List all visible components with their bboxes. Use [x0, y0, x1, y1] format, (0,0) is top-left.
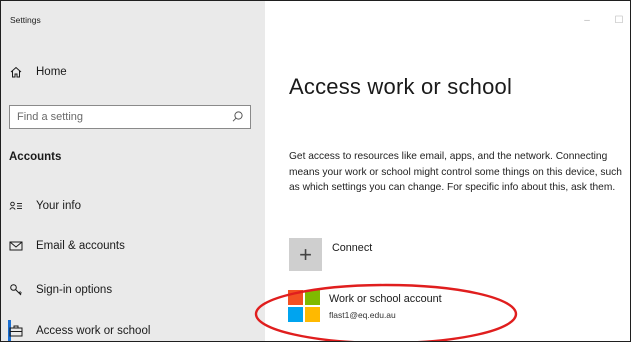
window-controls: – ☐	[582, 15, 624, 26]
sidebar-item-label: Access work or school	[36, 325, 151, 337]
sidebar-item-home[interactable]: Home	[9, 65, 67, 79]
sidebar-item-label: Email & accounts	[36, 240, 125, 252]
account-details: Work or school account flast1@eq.edu.au	[329, 292, 442, 321]
connect-label: Connect	[332, 242, 373, 254]
maximize-button[interactable]: ☐	[614, 15, 624, 26]
home-icon	[10, 66, 22, 78]
sidebar-item-label: Sign-in options	[36, 284, 113, 296]
microsoft-logo-icon	[288, 290, 320, 322]
search-icon[interactable]	[231, 110, 244, 123]
page-title: Access work or school	[289, 73, 513, 99]
page-description: Get access to resources like email, apps…	[289, 151, 622, 193]
briefcase-icon	[9, 325, 23, 337]
minimize-button[interactable]: –	[582, 15, 592, 26]
settings-window: Settings Home Accounts Your info	[0, 0, 631, 342]
sidebar-item-your-info[interactable]: Your info	[9, 199, 81, 213]
person-lines-icon	[9, 201, 22, 210]
account-name: Work or school account	[329, 292, 442, 305]
work-school-account-item[interactable]: Work or school account flast1@eq.edu.au	[288, 290, 442, 322]
search-field[interactable]	[9, 105, 251, 129]
sidebar-item-access-work-or-school[interactable]: Access work or school	[9, 324, 150, 338]
sidebar-item-sign-in-options[interactable]: Sign-in options	[9, 283, 112, 297]
plus-icon: +	[289, 238, 322, 271]
search-input[interactable]	[10, 106, 217, 128]
section-heading-accounts: Accounts	[9, 151, 62, 163]
sidebar: Settings Home Accounts Your info	[1, 1, 265, 341]
window-title: Settings	[10, 15, 41, 25]
key-icon	[10, 284, 22, 296]
sidebar-item-email-accounts[interactable]: Email & accounts	[9, 239, 125, 253]
sidebar-item-label: Your info	[36, 200, 81, 212]
connect-button[interactable]: + Connect	[289, 238, 372, 271]
account-email: flast1@eq.edu.au	[329, 309, 396, 320]
mail-icon	[9, 241, 23, 251]
sidebar-item-label: Home	[36, 66, 67, 78]
